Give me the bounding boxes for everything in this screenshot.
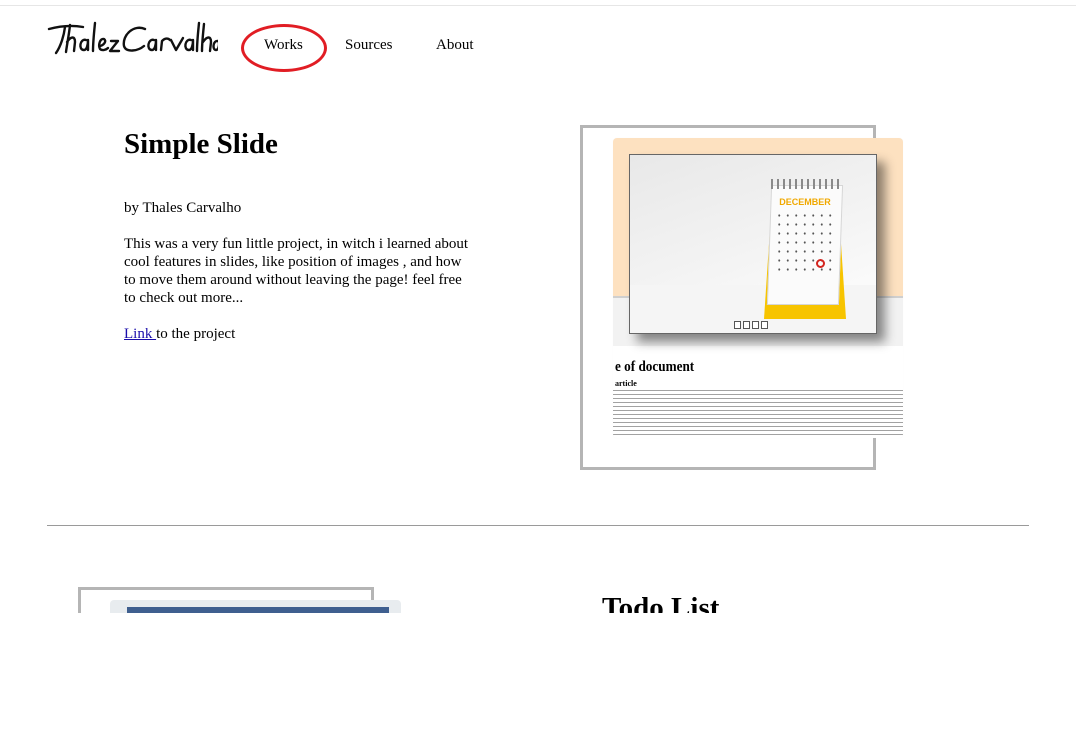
section-divider (47, 525, 1029, 526)
slide-dot[interactable] (743, 321, 750, 329)
project-link-suffix: to the project (156, 326, 236, 342)
project-link[interactable]: Link (124, 326, 156, 342)
calendar-month: DECEMBER (779, 197, 831, 207)
preview-doc-text-lines (613, 390, 903, 438)
nav-about-link[interactable]: About (436, 36, 474, 54)
main-nav: Works Sources About (0, 0, 1076, 80)
project-link-line: Link to the project (124, 325, 235, 343)
slide-dot[interactable] (734, 321, 741, 329)
preview-doc-subtitle: article (615, 379, 637, 388)
calendar-day-grid (775, 211, 835, 275)
preview-doc-title: e of document (615, 359, 695, 375)
nav-sources-link[interactable]: Sources (345, 36, 393, 54)
project-author: by Thales Carvalho (124, 200, 242, 216)
nav-works-link[interactable]: Works (264, 36, 303, 54)
todo-preview-header-bar (127, 607, 389, 613)
project-title: Simple Slide (124, 128, 278, 160)
project-todo-list: Todo List (0, 540, 1076, 613)
slide-dot[interactable] (752, 321, 759, 329)
project-title: Todo List (602, 592, 720, 613)
calendar-marked-day (816, 259, 825, 268)
calendar-rings (771, 179, 839, 189)
slide-dot[interactable] (761, 321, 768, 329)
project-preview-image[interactable]: DECEMBER e of document article (613, 138, 903, 438)
slide-indicators (734, 321, 768, 329)
project-description: This was a very fun little project, in w… (124, 236, 469, 306)
preview-slide: DECEMBER (629, 154, 877, 334)
